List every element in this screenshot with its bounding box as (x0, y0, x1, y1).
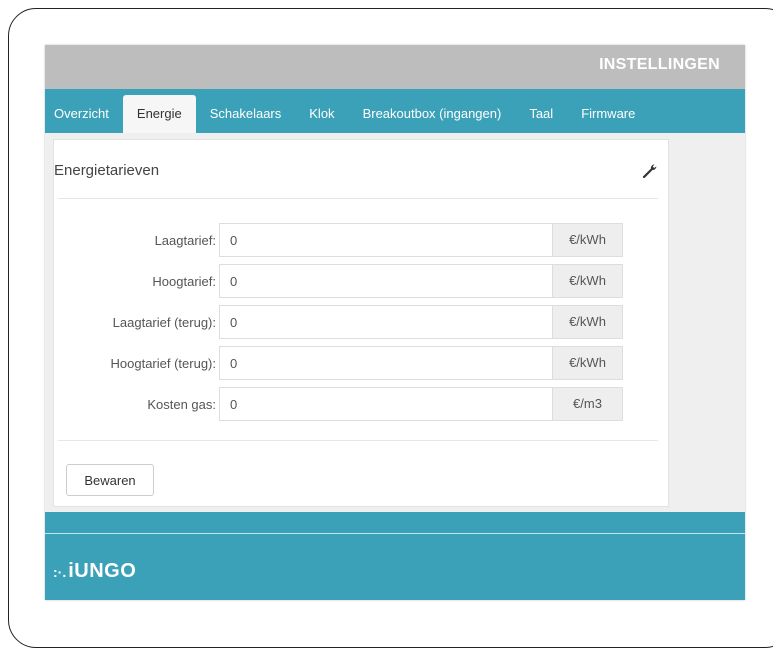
tab-overzicht[interactable]: Overzicht (45, 95, 123, 133)
app-window: INSTELLINGEN Overzicht Energie Schakelaa… (45, 45, 745, 600)
footer-divider (45, 533, 745, 534)
unit-addon: €/kWh (552, 223, 623, 257)
unit-addon: €/kWh (552, 305, 623, 339)
energy-tariffs-panel: Energietarieven Laagtarief: €/kWh Hoogta… (53, 139, 669, 507)
hoogtarief-terug-input[interactable] (219, 346, 552, 380)
field-row-hoogtarief-terug: Hoogtarief (terug): €/kWh (54, 346, 668, 382)
wrench-icon[interactable] (642, 162, 658, 178)
panel-title: Energietarieven (54, 162, 160, 179)
footer: :·. iUNGO (45, 512, 745, 600)
field-row-hoogtarief: Hoogtarief: €/kWh (54, 264, 668, 300)
unit-addon: €/m3 (552, 387, 623, 421)
field-row-laagtarief-terug: Laagtarief (terug): €/kWh (54, 305, 668, 341)
unit-addon: €/kWh (552, 264, 623, 298)
tab-bar: Overzicht Energie Schakelaars Klok Break… (45, 89, 745, 133)
kosten-gas-input[interactable] (219, 387, 552, 421)
tab-energie[interactable]: Energie (122, 95, 196, 133)
tab-breakoutbox[interactable]: Breakoutbox (ingangen) (349, 95, 516, 133)
field-label: Laagtarief: (154, 233, 216, 248)
field-row-laagtarief: Laagtarief: €/kWh (54, 223, 668, 259)
tab-schakelaars[interactable]: Schakelaars (196, 95, 296, 133)
field-label: Hoogtarief: (152, 274, 216, 289)
hoogtarief-input[interactable] (219, 264, 552, 298)
field-row-kosten-gas: Kosten gas: €/m3 (54, 387, 668, 423)
divider (58, 198, 658, 199)
logo-text: iUNGO (68, 560, 137, 582)
save-button[interactable]: Bewaren (66, 464, 154, 496)
laagtarief-terug-input[interactable] (219, 305, 552, 339)
unit-addon: €/kWh (552, 346, 623, 380)
tab-taal[interactable]: Taal (515, 95, 567, 133)
tab-firmware[interactable]: Firmware (567, 95, 649, 133)
iungo-logo: :·. iUNGO (53, 560, 136, 583)
divider (58, 440, 658, 441)
logo-dots: :·. (53, 563, 67, 580)
laagtarief-input[interactable] (219, 223, 552, 257)
field-label: Hoogtarief (terug): (110, 356, 217, 371)
field-label: Laagtarief (terug): (112, 315, 216, 330)
page-title: INSTELLINGEN (599, 56, 720, 73)
top-bar: INSTELLINGEN (45, 45, 745, 89)
field-label: Kosten gas: (147, 397, 216, 412)
tab-klok[interactable]: Klok (295, 95, 348, 133)
